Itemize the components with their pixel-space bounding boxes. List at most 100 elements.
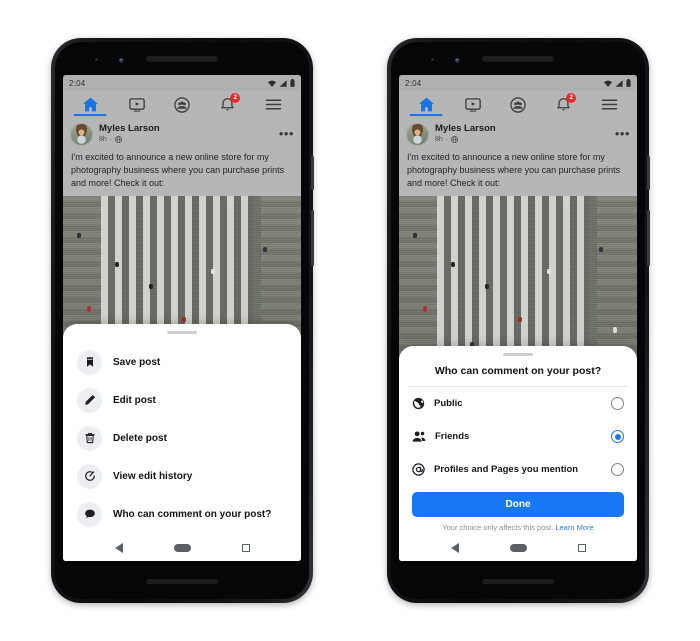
phone-bezel-right: 2:04 2 Myles Larson 8h · ••• I'm excited… [391, 42, 645, 599]
dialog-title: Who can comment on your post? [434, 365, 602, 377]
hamburger-icon [601, 99, 618, 110]
post-author-block: Myles Larson 8h · [99, 123, 160, 144]
android-nav-bar [63, 535, 301, 561]
option-friends[interactable]: Friends [399, 420, 637, 453]
post-author-name[interactable]: Myles Larson [435, 123, 496, 135]
phone-bezel-left: 2:04 2 Myles Larson 8h · ••• I'm excited… [55, 42, 309, 599]
sheet-drag-handle[interactable] [167, 331, 197, 334]
option-label: Friends [435, 431, 470, 442]
status-time: 2:04 [69, 78, 86, 88]
back-triangle-icon[interactable] [450, 543, 459, 553]
radio-profiles-and-pages[interactable] [611, 463, 624, 476]
avatar[interactable] [406, 122, 429, 146]
bottom-speaker [146, 579, 218, 584]
option-public[interactable]: Public [399, 387, 637, 420]
menu-item-label: View edit history [113, 470, 193, 482]
post-meta: 8h · [99, 135, 160, 144]
globe-icon [412, 397, 425, 410]
screen-right: 2:04 2 Myles Larson 8h · ••• I'm excited… [399, 75, 637, 561]
status-bar: 2:04 [399, 75, 637, 91]
home-icon [418, 97, 434, 112]
menu-item-who-can-comment[interactable]: Who can comment on your post? [63, 495, 301, 533]
facebook-nav-bar: 2 [399, 91, 637, 118]
dialog-footer: Your choice only affects this post. Lear… [399, 517, 637, 535]
menu-item-save-post[interactable]: Save post [63, 343, 301, 381]
recents-square-icon[interactable] [577, 544, 586, 552]
post-timestamp: 8h [99, 135, 107, 143]
power-button[interactable] [647, 156, 650, 190]
radio-friends[interactable] [611, 430, 624, 443]
active-tab-underline [409, 114, 443, 116]
who-can-comment-dialog: Who can comment on your post? Public Fri… [399, 346, 637, 561]
volume-button[interactable] [647, 210, 650, 266]
android-nav-bar [399, 535, 637, 561]
dialog-footer-text: Your choice only affects this post. [442, 523, 554, 532]
volume-button[interactable] [311, 210, 314, 266]
screen-left: 2:04 2 Myles Larson 8h · ••• I'm excited… [63, 75, 301, 561]
nav-tab-groups[interactable] [174, 96, 191, 113]
post-timestamp: 8h [435, 135, 443, 143]
menu-item-label: Edit post [113, 394, 156, 406]
status-icon-group [268, 79, 295, 87]
signal-icon [615, 79, 623, 87]
back-triangle-icon[interactable] [114, 543, 123, 553]
nav-tab-watch[interactable] [128, 97, 145, 112]
recents-square-icon[interactable] [241, 544, 250, 552]
video-play-icon [128, 97, 145, 112]
groups-icon [510, 96, 527, 113]
post-options-sheet: Save post Edit post Delete post View edi… [63, 324, 301, 561]
front-camera-icon [119, 58, 124, 63]
groups-icon [174, 96, 191, 113]
nav-tab-menu[interactable] [265, 98, 282, 111]
hamburger-icon [265, 99, 282, 110]
home-pill-icon[interactable] [173, 544, 191, 552]
nav-tab-home[interactable] [73, 97, 107, 116]
front-camera-icon [455, 58, 460, 63]
nav-tab-home[interactable] [409, 97, 443, 116]
menu-item-label: Save post [113, 356, 161, 368]
battery-icon [626, 79, 631, 87]
menu-item-edit-post[interactable]: Edit post [63, 381, 301, 419]
notification-badge: 2 [230, 92, 241, 103]
post-meta: 8h · [435, 135, 496, 144]
globe-icon [451, 136, 459, 143]
option-profiles-and-pages-you-mention[interactable]: Profiles and Pages you mention [399, 453, 637, 486]
globe-icon [115, 136, 123, 143]
trash-icon [77, 425, 102, 451]
status-icon-group [604, 79, 631, 87]
menu-item-label: Delete post [113, 432, 167, 444]
earpiece-speaker [146, 56, 218, 62]
home-icon [82, 97, 98, 112]
status-time: 2:04 [405, 78, 422, 88]
wifi-icon [604, 80, 612, 87]
battery-icon [290, 79, 295, 87]
radio-public[interactable] [611, 397, 624, 410]
post-body-text: I'm excited to announce a new online sto… [63, 150, 301, 197]
nav-tab-notifications[interactable]: 2 [220, 92, 241, 113]
meta-separator: · [445, 135, 449, 143]
nav-tab-menu[interactable] [601, 98, 618, 111]
signal-icon [279, 79, 287, 87]
menu-item-view-edit-history[interactable]: View edit history [63, 457, 301, 495]
avatar[interactable] [70, 122, 93, 146]
video-play-icon [464, 97, 481, 112]
learn-more-link[interactable]: Learn More [555, 523, 593, 532]
nav-tab-notifications[interactable]: 2 [556, 92, 577, 113]
option-label: Public [434, 398, 463, 409]
sensor-dot-icon [431, 58, 434, 61]
menu-item-delete-post[interactable]: Delete post [63, 419, 301, 457]
nav-tab-watch[interactable] [464, 97, 481, 112]
post-body-text: I'm excited to announce a new online sto… [399, 150, 637, 197]
nav-tab-groups[interactable] [510, 96, 527, 113]
sheet-drag-handle[interactable] [503, 353, 533, 356]
sensor-dot-icon [95, 58, 98, 61]
bottom-speaker [482, 579, 554, 584]
power-button[interactable] [311, 156, 314, 190]
speech-bubble-icon [77, 501, 102, 527]
post-options-list: Save post Edit post Delete post View edi… [63, 338, 301, 535]
done-button[interactable]: Done [412, 492, 624, 517]
post-author-name[interactable]: Myles Larson [99, 123, 160, 135]
meta-separator: · [109, 135, 113, 143]
home-pill-icon[interactable] [509, 544, 527, 552]
post-author-block: Myles Larson 8h · [435, 123, 496, 144]
